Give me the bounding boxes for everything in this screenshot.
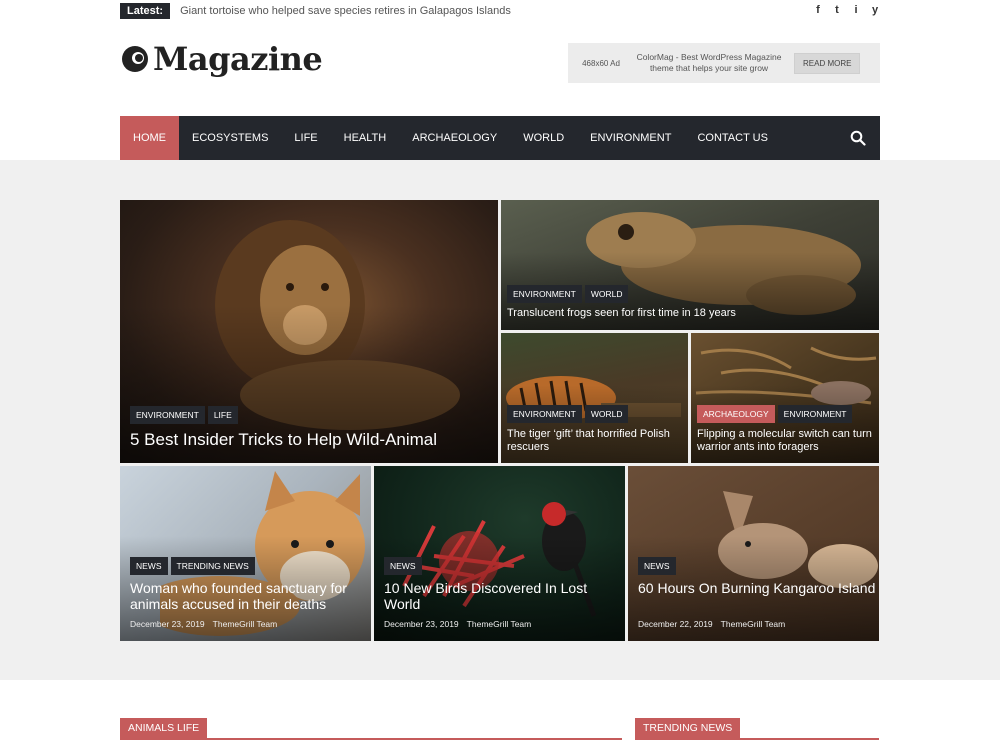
facebook-icon[interactable]: f: [813, 3, 823, 17]
tag-environment[interactable]: ENVIRONMENT: [507, 285, 582, 303]
featured-post-tiger[interactable]: ENVIRONMENT WORLD The tiger ‘gift’ that …: [501, 333, 688, 463]
latest-label: Latest:: [120, 3, 171, 19]
bird-tags: NEWS: [384, 557, 422, 575]
ants-title[interactable]: Flipping a molecular switch can turn war…: [697, 428, 875, 454]
tag-news[interactable]: NEWS: [638, 557, 676, 575]
social-links: f t i y: [813, 3, 880, 17]
lion-title[interactable]: 5 Best Insider Tricks to Help Wild-Anima…: [130, 430, 490, 450]
post-date[interactable]: December 22, 2019: [638, 619, 713, 629]
nav-item-health[interactable]: HEALTH: [331, 116, 400, 160]
tag-world[interactable]: WORLD: [584, 405, 629, 423]
post-date[interactable]: December 23, 2019: [384, 619, 459, 629]
tag-world[interactable]: WORLD: [584, 285, 629, 303]
featured-post-frog[interactable]: ENVIRONMENT WORLD Translucent frogs seen…: [501, 200, 879, 330]
tag-life[interactable]: LIFE: [207, 406, 238, 424]
section-divider: [120, 738, 622, 740]
kangaroo-meta: December 22, 2019 ThemeGrill Team: [638, 619, 785, 629]
post-author[interactable]: ThemeGrill Team: [213, 619, 278, 629]
post-card-bird[interactable]: NEWS 10 New Birds Discovered In Lost Wor…: [374, 466, 625, 641]
instagram-icon[interactable]: i: [851, 3, 861, 17]
post-author[interactable]: ThemeGrill Team: [721, 619, 786, 629]
nav-item-archaeology[interactable]: ARCHAEOLOGY: [399, 116, 510, 160]
dog-shade: [120, 466, 371, 641]
featured-post-lion[interactable]: ENVIRONMENT LIFE 5 Best Insider Tricks t…: [120, 200, 498, 463]
main-nav: HOME ECOSYSTEMS LIFE HEALTH ARCHAEOLOGY …: [120, 116, 880, 160]
section-title[interactable]: TRENDING NEWS: [635, 718, 741, 738]
tiger-title[interactable]: The tiger ‘gift’ that horrified Polish r…: [507, 428, 685, 454]
lion-logo-icon: [122, 46, 148, 72]
site-logo[interactable]: Magazine: [120, 40, 323, 78]
post-card-kangaroo[interactable]: NEWS 60 Hours On Burning Kangaroo Island…: [628, 466, 879, 641]
frog-tags: ENVIRONMENT WORLD: [507, 285, 629, 303]
nav-item-life[interactable]: LIFE: [281, 116, 330, 160]
dog-title[interactable]: Woman who founded sanctuary for animals …: [130, 580, 370, 612]
tag-trending-news[interactable]: TRENDING NEWS: [170, 557, 255, 575]
nav-wrapper: HOME ECOSYSTEMS LIFE HEALTH ARCHAEOLOGY …: [0, 116, 1000, 160]
dog-meta: December 23, 2019 ThemeGrill Team: [130, 619, 277, 629]
section-animals-life: ANIMALS LIFE: [120, 718, 622, 740]
dog-tags: NEWS TRENDING NEWS: [130, 557, 255, 575]
frog-title[interactable]: Translucent frogs seen for first time in…: [507, 307, 867, 320]
latest-news-link[interactable]: Giant tortoise who helped save species r…: [180, 5, 511, 17]
bird-title[interactable]: 10 New Birds Discovered In Lost World: [384, 580, 624, 612]
bird-meta: December 23, 2019 ThemeGrill Team: [384, 619, 531, 629]
site-header: Magazine 468x60 Ad ColorMag - Best WordP…: [120, 22, 880, 116]
section-trending-news: TRENDING NEWS: [635, 718, 879, 740]
nav-item-world[interactable]: WORLD: [510, 116, 577, 160]
post-card-dog[interactable]: NEWS TRENDING NEWS Woman who founded san…: [120, 466, 371, 641]
tiger-tags: ENVIRONMENT WORLD: [507, 405, 629, 423]
tag-news[interactable]: NEWS: [130, 557, 168, 575]
tag-environment[interactable]: ENVIRONMENT: [507, 405, 582, 423]
search-icon[interactable]: [850, 130, 866, 146]
tag-environment[interactable]: ENVIRONMENT: [777, 405, 853, 423]
section-divider: [635, 738, 879, 740]
ad-text: ColorMag - Best WordPress Magazine theme…: [636, 52, 782, 73]
read-more-button[interactable]: READ MORE: [794, 52, 861, 74]
tag-environment[interactable]: ENVIRONMENT: [130, 406, 205, 424]
featured-area: ENVIRONMENT LIFE 5 Best Insider Tricks t…: [0, 160, 1000, 680]
twitter-icon[interactable]: t: [832, 3, 842, 17]
nav-item-ecosystems[interactable]: ECOSYSTEMS: [179, 116, 281, 160]
post-author[interactable]: ThemeGrill Team: [467, 619, 532, 629]
ad-banner[interactable]: 468x60 Ad ColorMag - Best WordPress Maga…: [568, 43, 880, 83]
nav-item-contact-us[interactable]: CONTACT US: [684, 116, 781, 160]
section-title[interactable]: ANIMALS LIFE: [120, 718, 208, 738]
lion-tags: ENVIRONMENT LIFE: [130, 406, 238, 424]
ants-tags: ARCHAEOLOGY ENVIRONMENT: [697, 405, 853, 423]
bird-shade: [374, 466, 625, 641]
ad-size-label: 468x60 Ad: [582, 58, 620, 68]
tag-archaeology[interactable]: ARCHAEOLOGY: [697, 405, 775, 423]
logo-text: Magazine: [153, 40, 323, 78]
youtube-icon[interactable]: y: [870, 3, 880, 17]
nav-item-environment[interactable]: ENVIRONMENT: [577, 116, 684, 160]
tag-news[interactable]: NEWS: [384, 557, 422, 575]
post-date[interactable]: December 23, 2019: [130, 619, 205, 629]
kangaroo-shade: [628, 466, 879, 641]
nav-item-home[interactable]: HOME: [120, 116, 179, 160]
featured-post-ants[interactable]: ARCHAEOLOGY ENVIRONMENT Flipping a molec…: [691, 333, 879, 463]
kangaroo-tags: NEWS: [638, 557, 676, 575]
kangaroo-title[interactable]: 60 Hours On Burning Kangaroo Island: [638, 580, 878, 596]
top-bar: Latest: Giant tortoise who helped save s…: [120, 0, 880, 22]
